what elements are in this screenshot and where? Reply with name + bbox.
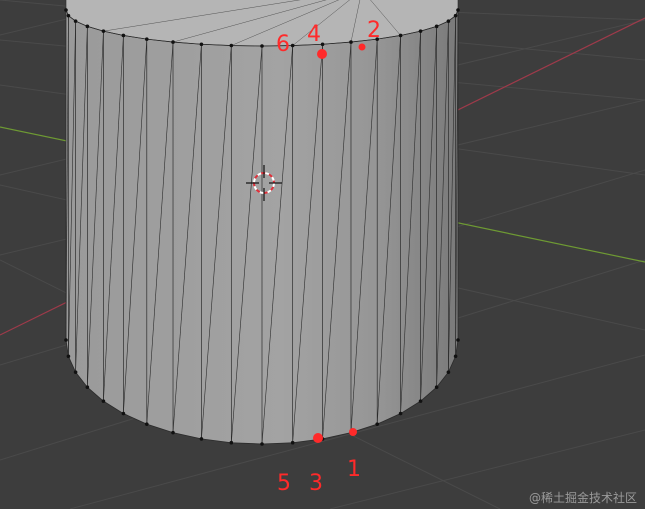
- mesh-vertex: [418, 399, 423, 403]
- mesh-vertex: [434, 24, 439, 29]
- mesh-vertex: [446, 370, 451, 374]
- mesh-vertex: [290, 43, 295, 48]
- mesh-vertex: [453, 13, 458, 18]
- mesh-vertex: [456, 338, 460, 342]
- selected-vertex: [358, 43, 366, 51]
- mesh-vertex: [418, 29, 423, 33]
- mesh-vertex: [144, 37, 149, 41]
- mesh-vertex: [73, 370, 78, 374]
- mesh-vertex: [375, 422, 380, 426]
- mesh-vertex: [101, 29, 106, 33]
- vertex-label-2: 2: [367, 18, 381, 43]
- cylinder-mesh[interactable]: [64, 0, 460, 446]
- mesh-vertex: [171, 430, 175, 435]
- mesh-vertex: [290, 440, 295, 445]
- mesh-vertex: [199, 42, 204, 47]
- selected-vertex: [317, 49, 327, 59]
- mesh-vertex: [85, 385, 90, 390]
- mesh-vertex: [171, 40, 175, 44]
- mesh-vertex: [121, 411, 126, 416]
- mesh-vertex: [398, 33, 403, 38]
- mesh-vertex: [66, 354, 71, 359]
- mesh-vertex: [446, 19, 451, 23]
- mesh-vertex: [398, 411, 403, 416]
- vertex-label-6: 6: [276, 32, 290, 57]
- watermark: @稀土掘金技术社区: [528, 491, 637, 505]
- mesh-vertex: [434, 385, 439, 390]
- mesh-vertex: [121, 33, 126, 38]
- mesh-vertex: [199, 437, 204, 441]
- mesh-vertex: [144, 422, 149, 426]
- vertex-label-5: 5: [277, 471, 291, 496]
- 3d-viewport[interactable]: 1 2 3 4 5 6 @稀土掘金技术社区: [0, 0, 645, 509]
- mesh-vertex: [101, 399, 106, 403]
- mesh-vertex: [64, 338, 68, 342]
- mesh-vertex: [229, 43, 234, 48]
- mesh-vertex: [320, 42, 325, 47]
- mesh-vertex: [85, 24, 90, 29]
- mesh-vertex: [229, 440, 234, 445]
- mesh-vertex: [456, 8, 460, 12]
- mesh-vertex: [349, 40, 353, 44]
- vertex-label-3: 3: [309, 471, 323, 496]
- vertex-label-4: 4: [307, 22, 321, 47]
- vertex-label-1: 1: [347, 457, 361, 482]
- mesh-vertex: [66, 13, 71, 18]
- mesh-vertex: [453, 354, 458, 359]
- viewport-scene[interactable]: [0, 0, 645, 509]
- mesh-vertex: [260, 44, 264, 48]
- mesh-vertex: [73, 19, 78, 23]
- selected-vertex: [349, 428, 357, 436]
- mesh-vertex: [64, 8, 68, 12]
- mesh-vertex: [260, 442, 264, 446]
- selected-vertex: [313, 433, 323, 443]
